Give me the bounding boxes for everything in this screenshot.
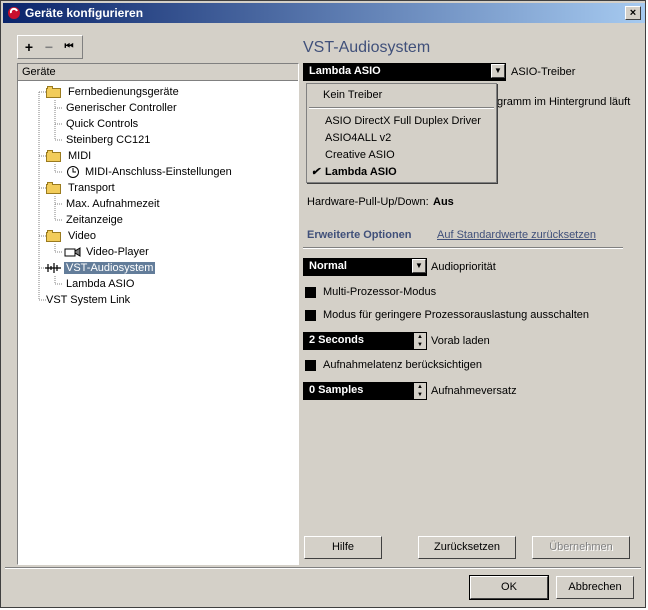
tree-item-generic-controller[interactable]: Generischer Controller (64, 100, 179, 116)
device-setup-window: Geräte konfigurieren × + − ⏮ Geräte Fern… (0, 0, 646, 608)
folder-icon (46, 182, 62, 195)
close-icon: × (629, 7, 637, 19)
tree-item-lambda-asio[interactable]: Lambda ASIO (64, 276, 137, 292)
tree-item-midi-port-settings[interactable]: MIDI-Anschluss-Einstellungen (66, 164, 234, 180)
page-title: VST-Audiosystem (303, 39, 431, 56)
tree-item-quick-controls[interactable]: Quick Controls (64, 116, 140, 132)
multi-processor-label: Multi-Prozessor-Modus (323, 286, 437, 298)
tree-item-time-display[interactable]: Zeitanzeige (64, 212, 125, 228)
low-load-checkbox[interactable] (305, 310, 316, 321)
footer-divider (5, 567, 641, 569)
remove-device-button[interactable]: − (40, 38, 58, 56)
reset-button[interactable]: Zurücksetzen (418, 536, 516, 559)
tree-item-fernbedienung[interactable]: Fernbedienungsgeräte (46, 84, 181, 100)
cubase-app-icon (8, 7, 20, 19)
spin-arrows-icon[interactable]: ▲ ▼ (414, 383, 426, 399)
close-button[interactable]: × (625, 6, 641, 20)
audio-priority-value: Normal (309, 260, 347, 272)
advanced-options-row: Erweiterte Optionen Auf Standardwerte zu… (303, 229, 623, 249)
record-latency-checkbox[interactable] (305, 360, 316, 371)
tree-item-video[interactable]: Video (46, 228, 98, 244)
video-icon (64, 247, 81, 257)
cancel-button[interactable]: Abbrechen (556, 576, 634, 599)
dropdown-option-lambda[interactable]: ✔ Lambda ASIO (307, 164, 496, 180)
audio-priority-label: Audiopriorität (431, 261, 496, 273)
tree-item-video-player[interactable]: Video-Player (64, 244, 151, 260)
clock-icon (67, 166, 79, 179)
reset-defaults-link[interactable]: Auf Standardwerte zurücksetzen (437, 229, 596, 241)
help-button[interactable]: Hilfe (304, 536, 382, 559)
dropdown-divider (309, 107, 494, 109)
tree-connector-lines (38, 91, 63, 301)
check-icon: ✔ (311, 166, 321, 178)
dropdown-option-asio4all[interactable]: ASIO4ALL v2 (307, 130, 496, 146)
spin-arrows-icon[interactable]: ▲ ▼ (414, 333, 426, 349)
background-option-label: gramm im Hintergrund läuft (497, 96, 631, 108)
record-offset-spinbox[interactable]: 0 Samples ▲ ▼ (303, 382, 427, 400)
low-load-label: Modus für geringere Prozessorauslastung … (323, 309, 589, 321)
asio-driver-select[interactable]: Lambda ASIO ▼ (303, 63, 506, 81)
reset-device-button[interactable]: ⏮ (60, 38, 78, 56)
dropdown-option-no-driver[interactable]: Kein Treiber (307, 87, 496, 103)
ok-button[interactable]: OK (469, 575, 549, 600)
chevron-down-icon: ▼ (412, 259, 426, 273)
hardware-pull-label: Hardware-Pull-Up/Down: (307, 196, 429, 208)
tree-item-vst-audiosystem[interactable]: VST-Audiosystem (44, 260, 156, 276)
record-offset-value: 0 Samples (309, 384, 364, 396)
add-device-button[interactable]: + (20, 38, 38, 56)
asio-driver-label: ASIO-Treiber (511, 66, 576, 78)
multi-processor-checkbox[interactable] (305, 287, 316, 298)
folder-icon (46, 150, 62, 163)
tree-item-transport[interactable]: Transport (46, 180, 117, 196)
tab-advanced-options[interactable]: Erweiterte Optionen (307, 229, 412, 241)
audio-priority-select[interactable]: Normal ▼ (303, 258, 427, 276)
tree-item-midi[interactable]: MIDI (46, 148, 93, 164)
divider (303, 247, 623, 249)
audio-icon (45, 263, 61, 274)
preload-spinbox[interactable]: 2 Seconds ▲ ▼ (303, 332, 427, 350)
device-tree-panel: Geräte Fernbedienungsgeräte Generischer … (17, 63, 299, 565)
tree-toolbar: + − ⏮ (17, 35, 83, 59)
folder-icon (46, 86, 62, 99)
record-latency-label: Aufnahmelatenz berücksichtigen (323, 359, 482, 371)
dropdown-option-creative[interactable]: Creative ASIO (307, 147, 496, 163)
device-tree-header: Geräte (18, 64, 298, 81)
chevron-down-icon: ▼ (491, 64, 505, 78)
record-offset-label: Aufnahmeversatz (431, 385, 517, 397)
apply-button[interactable]: Übernehmen (532, 536, 630, 559)
tree-item-max-record-time[interactable]: Max. Aufnahmezeit (64, 196, 162, 212)
folder-icon (46, 230, 62, 243)
asio-driver-value: Lambda ASIO (309, 65, 381, 77)
dropdown-option-directx[interactable]: ASIO DirectX Full Duplex Driver (307, 113, 496, 129)
tree-item-steinberg-cc121[interactable]: Steinberg CC121 (64, 132, 152, 148)
preload-label: Vorab laden (431, 335, 490, 347)
hardware-pull-value: Aus (433, 196, 454, 208)
tree-item-vst-system-link[interactable]: VST System Link (44, 292, 132, 308)
asio-driver-dropdown: Kein Treiber ASIO DirectX Full Duplex Dr… (306, 83, 497, 183)
title-bar: Geräte konfigurieren × (3, 3, 645, 23)
preload-value: 2 Seconds (309, 334, 365, 346)
window-title: Geräte konfigurieren (25, 6, 144, 20)
